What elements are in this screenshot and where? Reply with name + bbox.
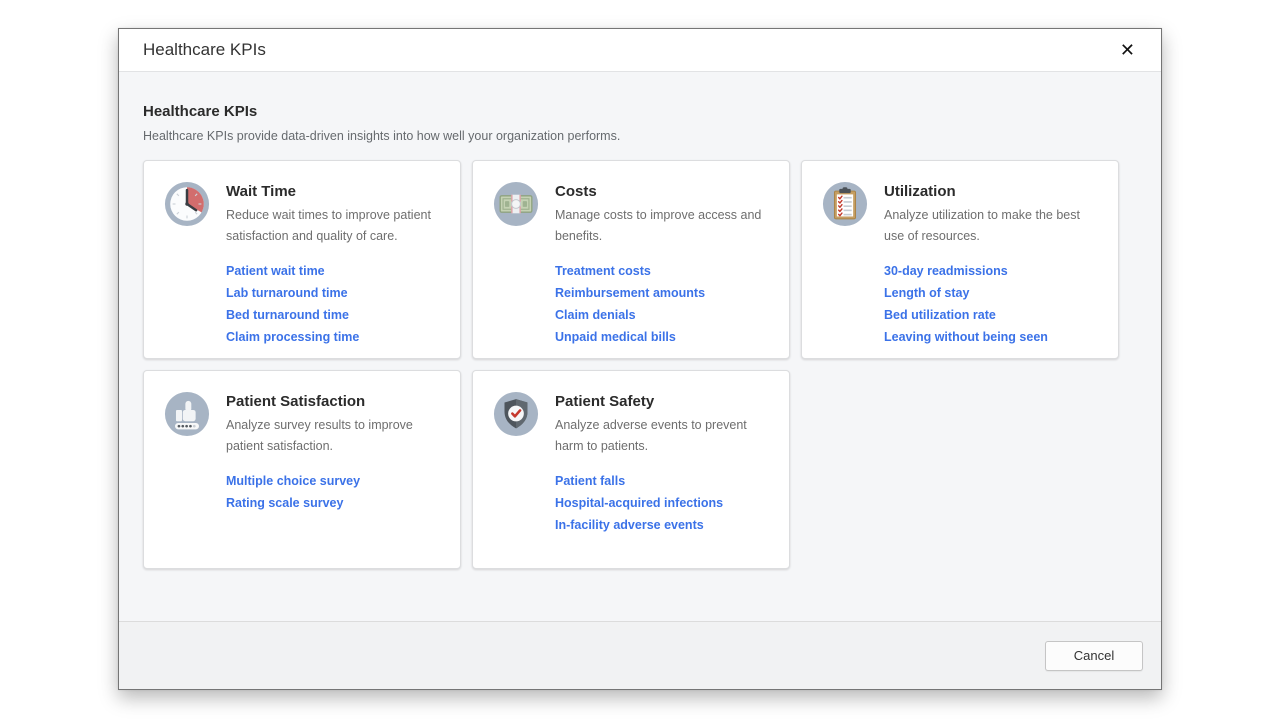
link-rating-scale-survey[interactable]: Rating scale survey — [226, 492, 444, 514]
healthcare-kpis-dialog: Healthcare KPIs ✕ Healthcare KPIs Health… — [118, 28, 1162, 690]
kpi-card-costs: Costs Manage costs to improve access and… — [472, 160, 790, 359]
card-description: Manage costs to improve access and benef… — [555, 205, 773, 247]
card-content: Wait Time Reduce wait times to improve p… — [226, 181, 444, 358]
link-patient-wait-time[interactable]: Patient wait time — [226, 260, 444, 282]
card-title: Wait Time — [226, 183, 444, 200]
card-title: Patient Safety — [555, 393, 773, 410]
money-icon — [493, 181, 539, 227]
card-content: Patient Safety Analyze adverse events to… — [555, 391, 773, 568]
thumbs-up-rating-icon — [164, 391, 210, 437]
kpi-card-patient-safety: Patient Safety Analyze adverse events to… — [472, 370, 790, 569]
cancel-button[interactable]: Cancel — [1045, 641, 1143, 671]
kpi-card-grid: Wait Time Reduce wait times to improve p… — [143, 160, 1121, 569]
dialog-titlebar: Healthcare KPIs ✕ — [119, 29, 1161, 71]
link-reimbursement-amounts[interactable]: Reimbursement amounts — [555, 282, 773, 304]
link-length-of-stay[interactable]: Length of stay — [884, 282, 1102, 304]
link-unpaid-medical-bills[interactable]: Unpaid medical bills — [555, 326, 773, 348]
card-links: Patient falls Hospital-acquired infectio… — [555, 470, 773, 536]
kpi-card-patient-satisfaction: Patient Satisfaction Analyze survey resu… — [143, 370, 461, 569]
page-title: Healthcare KPIs — [143, 103, 1137, 120]
shield-check-icon — [493, 391, 539, 437]
card-content: Costs Manage costs to improve access and… — [555, 181, 773, 358]
link-bed-turnaround-time[interactable]: Bed turnaround time — [226, 304, 444, 326]
link-claim-denials[interactable]: Claim denials — [555, 304, 773, 326]
link-bed-utilization-rate[interactable]: Bed utilization rate — [884, 304, 1102, 326]
dialog-footer: Cancel — [119, 621, 1161, 689]
clipboard-checklist-icon — [822, 181, 868, 227]
link-hospital-acquired-infections[interactable]: Hospital-acquired infections — [555, 492, 773, 514]
clock-icon — [164, 181, 210, 227]
card-content: Utilization Analyze utilization to make … — [884, 181, 1102, 358]
card-links: Treatment costs Reimbursement amounts Cl… — [555, 260, 773, 348]
dialog-body: Healthcare KPIs Healthcare KPIs provide … — [119, 71, 1161, 621]
link-30-day-readmissions[interactable]: 30-day readmissions — [884, 260, 1102, 282]
card-description: Analyze utilization to make the best use… — [884, 205, 1102, 247]
link-treatment-costs[interactable]: Treatment costs — [555, 260, 773, 282]
link-leaving-without-being-seen[interactable]: Leaving without being seen — [884, 326, 1102, 348]
link-patient-falls[interactable]: Patient falls — [555, 470, 773, 492]
card-description: Analyze survey results to improve patien… — [226, 415, 444, 457]
close-icon[interactable]: ✕ — [1116, 39, 1139, 61]
card-links: Multiple choice survey Rating scale surv… — [226, 470, 444, 514]
kpi-card-utilization: Utilization Analyze utilization to make … — [801, 160, 1119, 359]
dialog-title: Healthcare KPIs — [143, 40, 266, 60]
link-in-facility-adverse-events[interactable]: In-facility adverse events — [555, 514, 773, 536]
kpi-card-wait-time: Wait Time Reduce wait times to improve p… — [143, 160, 461, 359]
card-title: Utilization — [884, 183, 1102, 200]
page-background: Healthcare KPIs ✕ Healthcare KPIs Health… — [0, 0, 1280, 720]
card-description: Reduce wait times to improve patient sat… — [226, 205, 444, 247]
card-links: 30-day readmissions Length of stay Bed u… — [884, 260, 1102, 348]
card-description: Analyze adverse events to prevent harm t… — [555, 415, 773, 457]
card-links: Patient wait time Lab turnaround time Be… — [226, 260, 444, 348]
link-multiple-choice-survey[interactable]: Multiple choice survey — [226, 470, 444, 492]
link-claim-processing-time[interactable]: Claim processing time — [226, 326, 444, 348]
page-subtitle: Healthcare KPIs provide data-driven insi… — [143, 129, 1137, 143]
card-title: Patient Satisfaction — [226, 393, 444, 410]
card-content: Patient Satisfaction Analyze survey resu… — [226, 391, 444, 568]
card-title: Costs — [555, 183, 773, 200]
link-lab-turnaround-time[interactable]: Lab turnaround time — [226, 282, 444, 304]
